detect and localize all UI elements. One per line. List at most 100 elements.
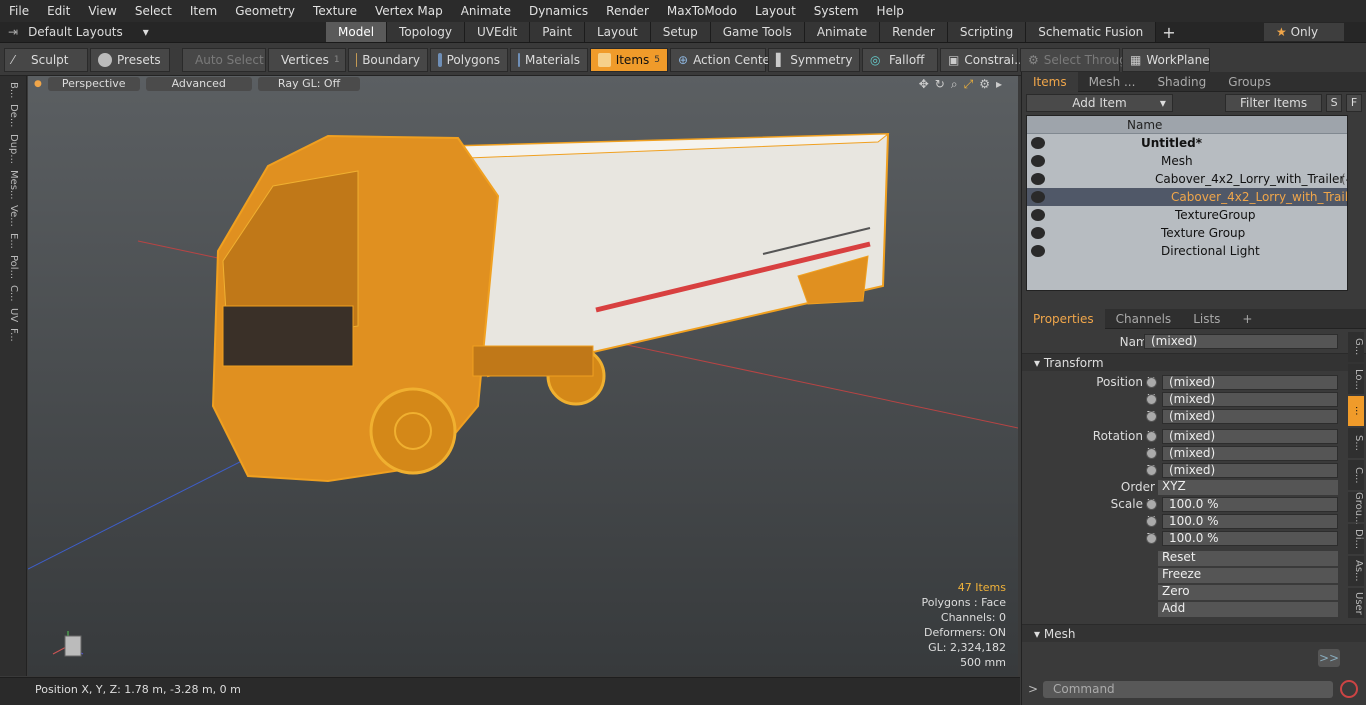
tab-schematic-fusion[interactable]: Schematic Fusion: [1026, 22, 1157, 42]
transform-section[interactable]: ▾ Transform: [1022, 353, 1366, 371]
zero-dropdown[interactable]: Zero: [1022, 584, 1366, 601]
sculpt-button[interactable]: ⁄ Sculpt: [4, 47, 88, 72]
eye-icon[interactable]: [1031, 227, 1045, 239]
transform-field[interactable]: (mixed): [1162, 392, 1338, 407]
channel-dot-icon[interactable]: [1146, 431, 1157, 442]
items-tab-0[interactable]: Items: [1022, 71, 1078, 92]
menu-item-view[interactable]: View: [79, 4, 125, 18]
more-button[interactable]: >>: [1318, 649, 1340, 667]
transform-field[interactable]: 100.0 %: [1162, 531, 1338, 546]
f-button[interactable]: F: [1346, 94, 1362, 112]
channel-dot-icon[interactable]: [1146, 411, 1157, 422]
action-center-button[interactable]: ⊕ Action Center: [670, 47, 775, 72]
tab-layout[interactable]: Layout: [584, 22, 651, 42]
reset-dropdown[interactable]: Reset: [1022, 550, 1366, 567]
tree-row[interactable]: Mesh: [1027, 152, 1347, 170]
items-button[interactable]: Items 5: [590, 47, 668, 72]
add-item-button[interactable]: Add Item ▾: [1026, 94, 1173, 112]
add-dropdown[interactable]: Add: [1022, 601, 1366, 618]
channel-dot-icon[interactable]: [1146, 394, 1157, 405]
left-tool-9[interactable]: F...: [8, 328, 19, 342]
tree-row[interactable]: Untitled*: [1027, 134, 1347, 152]
right-tool-6[interactable]: Di...: [1348, 524, 1364, 554]
polygons-button[interactable]: Polygons: [430, 47, 508, 72]
tab-animate[interactable]: Animate: [804, 22, 881, 42]
tree-row[interactable]: TextureGroup: [1027, 206, 1347, 224]
right-tool-5[interactable]: Grou...: [1348, 492, 1364, 526]
expand-arrow-icon[interactable]: ▸: [996, 77, 1002, 91]
menu-item-edit[interactable]: Edit: [38, 4, 79, 18]
eye-icon[interactable]: [1031, 137, 1045, 149]
vertices-button[interactable]: Vertices 1: [268, 47, 346, 72]
menu-item-layout[interactable]: Layout: [746, 4, 805, 18]
order-select[interactable]: XYZ: [1158, 480, 1338, 495]
tree-row[interactable]: Directional Light: [1027, 242, 1347, 260]
menu-item-geometry[interactable]: Geometry: [226, 4, 304, 18]
tab-model[interactable]: Model: [326, 22, 388, 42]
workplane-button[interactable]: ▦ WorkPlane: [1122, 47, 1210, 72]
only-button[interactable]: ★ Only: [1264, 23, 1344, 41]
channel-dot-icon[interactable]: [1146, 499, 1157, 510]
transform-field[interactable]: 100.0 %: [1162, 497, 1338, 512]
transform-field[interactable]: (mixed): [1162, 375, 1338, 390]
select-through-button[interactable]: ⚙ Select Through: [1020, 47, 1134, 72]
left-tool-4[interactable]: Ve...: [8, 205, 19, 227]
auto-select-button[interactable]: Auto Select: [182, 47, 266, 72]
tab-setup[interactable]: Setup: [650, 22, 711, 42]
properties-tab-channels[interactable]: Channels: [1105, 309, 1183, 329]
items-tab-3[interactable]: Groups: [1217, 72, 1282, 92]
left-tool-1[interactable]: De...: [8, 104, 19, 127]
menu-item-animate[interactable]: Animate: [452, 4, 520, 18]
left-tool-7[interactable]: C...: [8, 285, 19, 302]
menu-item-vertex-map[interactable]: Vertex Map: [366, 4, 452, 18]
tab-paint[interactable]: Paint: [530, 22, 585, 42]
command-input[interactable]: Command: [1043, 681, 1333, 698]
tab-topology[interactable]: Topology: [387, 22, 466, 42]
eye-icon[interactable]: [1031, 155, 1045, 167]
left-tool-0[interactable]: B...: [8, 82, 19, 98]
tab-uvedit[interactable]: UVEdit: [465, 22, 531, 42]
tab-game-tools[interactable]: Game Tools: [710, 22, 805, 42]
transform-field[interactable]: (mixed): [1162, 446, 1338, 461]
boundary-button[interactable]: Boundary: [348, 47, 428, 72]
items-tab-1[interactable]: Mesh ...: [1078, 72, 1147, 92]
left-tool-2[interactable]: Dup...: [8, 134, 19, 164]
perspective-button[interactable]: Perspective: [47, 77, 140, 91]
raygl-button[interactable]: Ray GL: Off: [257, 77, 361, 91]
eye-icon[interactable]: [1031, 209, 1045, 221]
menu-item-texture[interactable]: Texture: [304, 4, 366, 18]
eye-icon[interactable]: [1031, 173, 1045, 185]
right-tool-0[interactable]: G...: [1348, 332, 1364, 362]
channel-dot-icon[interactable]: [1146, 533, 1157, 544]
tree-row[interactable]: Texture Group: [1027, 224, 1347, 242]
eye-icon[interactable]: [1031, 191, 1045, 203]
tree-row[interactable]: Cabover_4x2_Lorry_with_Trailer(48): [1027, 170, 1347, 188]
view-settings-icon[interactable]: ⚙: [979, 77, 990, 91]
channel-dot-icon[interactable]: [1146, 377, 1157, 388]
materials-button[interactable]: Materials: [510, 47, 588, 72]
name-field[interactable]: (mixed): [1144, 334, 1338, 349]
freeze-dropdown[interactable]: Freeze: [1022, 567, 1366, 584]
right-tool-8[interactable]: User: [1348, 588, 1364, 618]
properties-tab-lists[interactable]: Lists: [1182, 309, 1231, 329]
left-tool-5[interactable]: E...: [8, 233, 19, 249]
menu-item-select[interactable]: Select: [126, 4, 181, 18]
right-tool-3[interactable]: S...: [1348, 428, 1364, 458]
menu-item-system[interactable]: System: [805, 4, 868, 18]
add-tab-button[interactable]: +: [1162, 23, 1175, 42]
transform-field[interactable]: (mixed): [1162, 429, 1338, 444]
mesh-section[interactable]: ▾ Mesh: [1022, 624, 1366, 642]
layout-selector[interactable]: ⇥ Default Layouts ▾: [0, 25, 326, 39]
menu-item-dynamics[interactable]: Dynamics: [520, 4, 597, 18]
channel-dot-icon[interactable]: [1146, 516, 1157, 527]
advanced-button[interactable]: Advanced: [145, 77, 252, 91]
constraints-button[interactable]: ▣ Constrai...: [940, 47, 1026, 72]
items-tab-2[interactable]: Shading: [1146, 72, 1217, 92]
fit-view-icon[interactable]: ⤢: [964, 77, 974, 92]
channel-dot-icon[interactable]: [1146, 448, 1157, 459]
zoom-view-icon[interactable]: ⌕: [951, 77, 958, 92]
right-tool-2[interactable]: ...: [1348, 396, 1364, 426]
symmetry-button[interactable]: ▌ Symmetry: [768, 47, 860, 72]
menu-item-item[interactable]: Item: [181, 4, 226, 18]
channel-dot-icon[interactable]: [1146, 465, 1157, 476]
